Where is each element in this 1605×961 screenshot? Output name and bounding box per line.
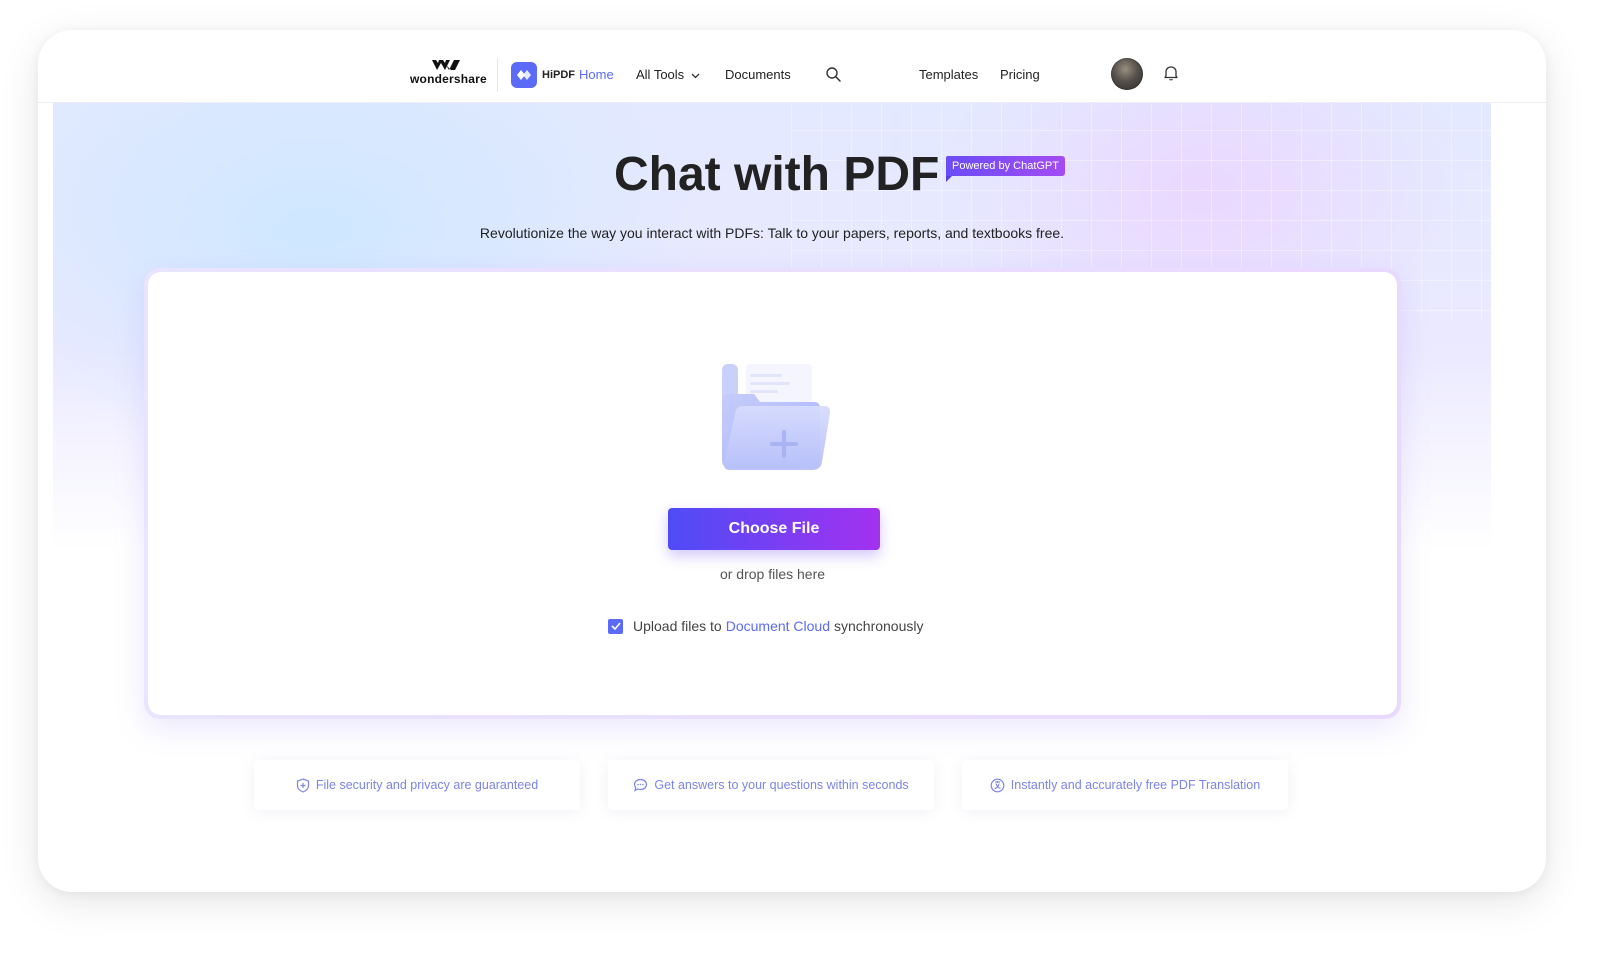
upload-card-border: Choose File or drop files here Upload fi… [144, 268, 1401, 719]
shield-icon [296, 777, 309, 793]
powered-by-badge: Powered by ChatGPT [946, 156, 1065, 182]
wondershare-logo[interactable]: wondershare [410, 58, 487, 92]
hipdf-logo-icon [511, 62, 537, 88]
translate-icon [990, 778, 1005, 792]
sync-label-suffix: synchronously [834, 618, 924, 634]
app-frame: wondershare HiPDF Home All Tools Documen… [38, 30, 1546, 892]
page-title: Chat with PDF [614, 148, 940, 201]
chevron-down-icon [691, 73, 700, 78]
top-navigation: wondershare HiPDF Home All Tools Documen… [38, 30, 1546, 103]
feature-security-text: File security and privacy are guaranteed [315, 778, 539, 792]
hipdf-wordmark: HiPDF [542, 69, 575, 81]
nav-documents[interactable]: Documents [725, 66, 791, 84]
nav-home[interactable]: Home [579, 66, 614, 84]
nav-all-tools-label: All Tools [636, 67, 685, 82]
user-avatar[interactable] [1111, 58, 1143, 90]
feature-security: File security and privacy are guaranteed [254, 760, 580, 810]
choose-file-button[interactable]: Choose File [668, 508, 880, 550]
nav-all-tools[interactable]: All Tools [636, 66, 700, 84]
feature-fast-answers: Get answers to your questions within sec… [608, 760, 934, 810]
sync-checkbox[interactable] [608, 618, 623, 634]
drop-files-hint: or drop files here [719, 566, 826, 582]
upload-dropzone[interactable]: Choose File or drop files here Upload fi… [148, 272, 1397, 715]
feature-translation: Instantly and accurately free PDF Transl… [962, 760, 1288, 810]
hipdf-logo[interactable]: HiPDF [511, 62, 575, 88]
chat-bubble-icon [634, 778, 648, 792]
nav-pricing[interactable]: Pricing [1000, 66, 1040, 84]
document-cloud-link[interactable]: Document Cloud [726, 618, 830, 634]
feature-fast-answers-text: Get answers to your questions within sec… [654, 778, 909, 792]
notification-bell-icon[interactable] [1164, 65, 1178, 81]
wondershare-logo-icon [432, 60, 460, 70]
sync-label-prefix: Upload files to [633, 618, 722, 634]
page-subtitle: Revolutionize the way you interact with … [479, 225, 1065, 241]
search-icon[interactable] [826, 67, 841, 82]
cloud-sync-option: Upload files to Document Cloud synchrono… [608, 618, 924, 634]
nav-templates[interactable]: Templates [919, 66, 978, 84]
feature-translation-text: Instantly and accurately free PDF Transl… [1010, 778, 1261, 792]
wondershare-wordmark: wondershare [410, 72, 487, 86]
logo-divider [497, 58, 498, 92]
checkmark-icon [610, 622, 621, 630]
folder-upload-icon [722, 364, 830, 470]
